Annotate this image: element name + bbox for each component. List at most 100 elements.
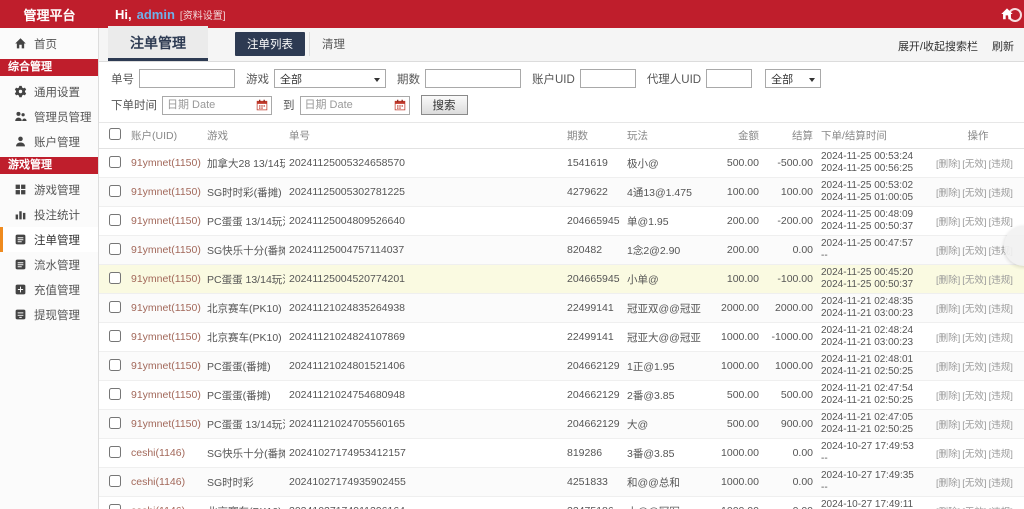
game-select[interactable]: 全部 (274, 69, 386, 88)
delete-action[interactable]: [删除] (936, 217, 960, 228)
violation-action[interactable]: [违规] (989, 304, 1013, 315)
row-checkbox[interactable] (109, 330, 121, 342)
account-cell: 91ymnet(1150) (127, 410, 203, 439)
violation-action[interactable]: [违规] (989, 391, 1013, 402)
delete-action[interactable]: [删除] (936, 275, 960, 286)
invalid-action[interactable]: [无效] (962, 304, 986, 315)
delete-action[interactable]: [删除] (936, 333, 960, 344)
user-greeting: Hi, admin [资料设置] (115, 7, 225, 22)
calendar-icon[interactable] (256, 99, 268, 111)
row-checkbox[interactable] (109, 417, 121, 429)
order-no-input[interactable] (139, 69, 235, 88)
brand-title: 管理平台 (0, 5, 99, 24)
row-checkbox[interactable] (109, 359, 121, 371)
row-checkbox[interactable] (109, 272, 121, 284)
delete-action[interactable]: [删除] (936, 159, 960, 170)
column-header-0: 账户(UID) (127, 123, 203, 149)
invalid-action[interactable]: [无效] (962, 420, 986, 431)
violation-action[interactable]: [违规] (989, 217, 1013, 228)
search-button[interactable]: 搜索 (421, 95, 468, 115)
invalid-action[interactable]: [无效] (962, 449, 986, 460)
period-input[interactable] (425, 69, 521, 88)
settle-cell: 1000.00 (763, 352, 817, 381)
delete-action[interactable]: [删除] (936, 188, 960, 199)
invalid-action[interactable]: [无效] (962, 391, 986, 402)
order-no-cell: 20241121024835264938 (285, 294, 563, 323)
sidebar-item-10[interactable]: 充值管理 (0, 277, 98, 302)
greeting-prefix: Hi, (115, 7, 132, 22)
delete-action[interactable]: [删除] (936, 246, 960, 257)
select-all-checkbox[interactable] (109, 128, 121, 140)
page-title-tab[interactable]: 注单管理 (108, 26, 208, 61)
invalid-action[interactable]: [无效] (962, 333, 986, 344)
amount-cell: 100.00 (709, 265, 763, 294)
row-checkbox[interactable] (109, 156, 121, 168)
violation-action[interactable]: [违规] (989, 362, 1013, 373)
invalid-action[interactable]: [无效] (962, 246, 986, 257)
game-cell: PC蛋蛋 13/14玩法 (203, 265, 285, 294)
sidebar-item-0[interactable]: 首页 (0, 31, 98, 56)
invalid-action[interactable]: [无效] (962, 159, 986, 170)
toggle-search-bar-link[interactable]: 展开/收起搜索栏 (898, 38, 978, 54)
row-checkbox[interactable] (109, 475, 121, 487)
invalid-action[interactable]: [无效] (962, 188, 986, 199)
time-cell: 2024-11-25 00:53:242024-11-25 00:56:25 (817, 149, 932, 178)
play: 冠亚双@@冠亚 (623, 294, 709, 323)
row-checkbox[interactable] (109, 388, 121, 400)
invalid-action[interactable]: [无效] (962, 217, 986, 228)
row-checkbox[interactable] (109, 504, 121, 509)
violation-action[interactable]: [违规] (989, 478, 1013, 489)
violation-action[interactable]: [违规] (989, 449, 1013, 460)
violation-action[interactable]: [违规] (989, 333, 1013, 344)
violation-action[interactable]: [违规] (989, 159, 1013, 170)
sidebar-item-4[interactable]: 账户管理 (0, 129, 98, 154)
sidebar-item-label: 通用设置 (34, 84, 80, 100)
delete-action[interactable]: [删除] (936, 391, 960, 402)
delete-action[interactable]: [删除] (936, 420, 960, 431)
period-cell: 22475186 (563, 497, 623, 509)
chevron-down-icon (809, 78, 815, 82)
row-checkbox[interactable] (109, 214, 121, 226)
tab-secondary[interactable]: 清理 (309, 32, 357, 56)
period-cell: 204662129 (563, 352, 623, 381)
row-checkbox[interactable] (109, 185, 121, 197)
violation-action[interactable]: [违规] (989, 420, 1013, 431)
sidebar-item-6[interactable]: 游戏管理 (0, 177, 98, 202)
play: 小@@冠军 (623, 497, 709, 509)
profile-settings-link[interactable]: [资料设置] (180, 7, 226, 22)
account-uid-input[interactable] (580, 69, 636, 88)
sidebar-item-label: 流水管理 (34, 257, 80, 273)
violation-action[interactable]: [违规] (989, 275, 1013, 286)
order-no-cell: 20241125004809526640 (285, 207, 563, 236)
order-no-cell: 20241125004757114037 (285, 236, 563, 265)
row-checkbox[interactable] (109, 243, 121, 255)
account-cell: 91ymnet(1150) (127, 381, 203, 410)
actions-cell: [删除][无效][违规] (932, 294, 1024, 323)
invalid-action[interactable]: [无效] (962, 275, 986, 286)
sidebar-item-11[interactable]: 提现管理 (0, 302, 98, 327)
column-header-1: 游戏 (203, 123, 285, 149)
delete-action[interactable]: [删除] (936, 478, 960, 489)
refresh-link[interactable]: 刷新 (992, 38, 1014, 54)
sidebar-item-2[interactable]: 通用设置 (0, 79, 98, 104)
row-checkbox[interactable] (109, 301, 121, 313)
row-checkbox[interactable] (109, 446, 121, 458)
delete-action[interactable]: [删除] (936, 449, 960, 460)
sidebar-item-8[interactable]: 注单管理 (0, 227, 98, 252)
sidebar-item-3[interactable]: 管理员管理 (0, 104, 98, 129)
calendar-icon[interactable] (394, 99, 406, 111)
sidebar-item-9[interactable]: 流水管理 (0, 252, 98, 277)
settle-cell: 0.00 (763, 497, 817, 509)
column-header-2: 单号 (285, 123, 563, 149)
violation-action[interactable]: [违规] (989, 188, 1013, 199)
delete-action[interactable]: [删除] (936, 362, 960, 373)
delete-action[interactable]: [删除] (936, 304, 960, 315)
invalid-action[interactable]: [无效] (962, 478, 986, 489)
agent-scope-select[interactable]: 全部 (765, 69, 821, 88)
sidebar-item-7[interactable]: 投注统计 (0, 202, 98, 227)
tab-order-list[interactable]: 注单列表 (235, 32, 305, 56)
invalid-action[interactable]: [无效] (962, 362, 986, 373)
agent-uid-input[interactable] (706, 69, 752, 88)
table-row: 91ymnet(1150)PC蛋蛋 13/14玩法202411210247055… (99, 410, 1024, 439)
actions-cell: [删除][无效][违规] (932, 381, 1024, 410)
